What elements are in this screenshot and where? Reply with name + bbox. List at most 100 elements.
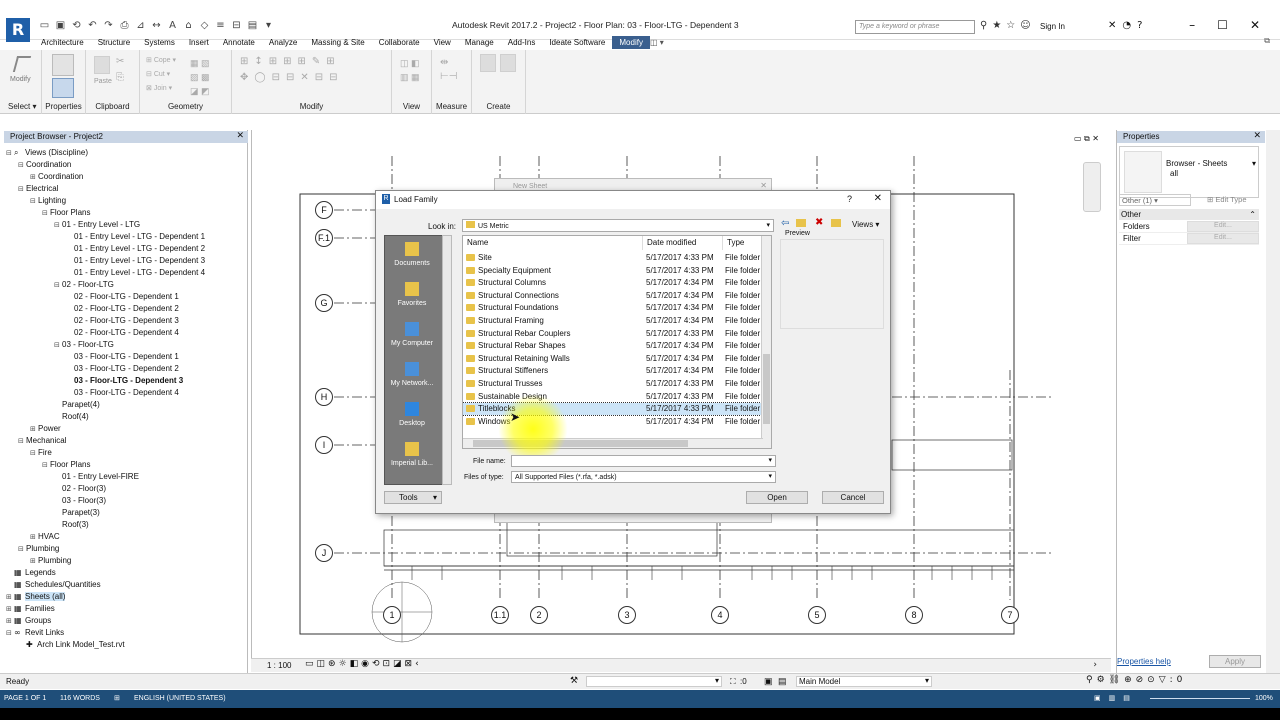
page-count[interactable]: PAGE 1 OF 1 bbox=[4, 695, 46, 702]
tab-insert[interactable]: Insert bbox=[182, 36, 216, 49]
tree-item[interactable]: 03 - Floor-LTG - Dependent 4 bbox=[4, 387, 246, 399]
property-edit-button[interactable]: Edit... bbox=[1187, 233, 1259, 244]
expand-icon[interactable]: ⊞ bbox=[6, 603, 14, 615]
tree-item[interactable]: ⊟ Electrical bbox=[4, 183, 246, 195]
grid-bubble[interactable]: I bbox=[315, 436, 333, 454]
copy-icon[interactable]: ⎘ bbox=[116, 72, 124, 83]
zoom-slider[interactable] bbox=[1150, 698, 1250, 699]
join-button[interactable]: ⊠ Join ▾ bbox=[146, 84, 172, 92]
tree-item[interactable]: ⊞ HVAC bbox=[4, 531, 246, 543]
collapse-icon[interactable]: ⊟ bbox=[42, 459, 50, 471]
tree-item[interactable]: ⊟ Floor Plans bbox=[4, 207, 246, 219]
measure-tools-icons[interactable]: ⇹ ⊢⊣ bbox=[440, 56, 457, 84]
collapse-icon[interactable]: ⊟ bbox=[18, 435, 26, 447]
help-button[interactable]: ? bbox=[847, 194, 852, 204]
grid-bubble[interactable]: H bbox=[315, 388, 333, 406]
ribbon-restore-icon[interactable]: ⧉ bbox=[1264, 36, 1270, 46]
open-button[interactable]: Open bbox=[746, 491, 808, 504]
tab-structure[interactable]: Structure bbox=[91, 36, 137, 49]
scroll-thumb[interactable] bbox=[763, 354, 770, 424]
type-properties-icon[interactable] bbox=[52, 54, 74, 76]
place-imperial-lib-[interactable]: Imperial Lib... bbox=[385, 442, 439, 467]
file-row[interactable]: Titleblocks 5/17/2017 4:33 PM File folder bbox=[463, 402, 764, 417]
expand-icon[interactable]: ⊞ bbox=[30, 555, 38, 567]
modify-button[interactable]: Modify bbox=[10, 76, 31, 83]
file-row[interactable]: Structural Columns 5/17/2017 4:34 PM File … bbox=[463, 277, 763, 289]
tree-item[interactable]: ⊞ Power bbox=[4, 423, 246, 435]
collapse-icon[interactable]: ⊟ bbox=[54, 339, 62, 351]
place-documents[interactable]: Documents bbox=[385, 242, 439, 267]
design-options-icon[interactable]: ▣ bbox=[764, 676, 773, 687]
grid-bubble[interactable]: 8 bbox=[905, 606, 923, 624]
tree-item[interactable]: 01 - Entry Level-FIRE bbox=[4, 471, 246, 483]
file-row[interactable]: Structural Rebar Couplers 5/17/2017 4:33 … bbox=[463, 328, 763, 340]
grid-bubble[interactable]: 2 bbox=[530, 606, 548, 624]
tree-item[interactable]: 02 - Floor-LTG - Dependent 3 bbox=[4, 315, 246, 327]
view-scale[interactable]: 1 : 100 bbox=[267, 661, 291, 670]
text-icon[interactable]: A bbox=[166, 19, 179, 33]
cope-button[interactable]: ⊞ Cope ▾ bbox=[146, 56, 176, 64]
selection-filter-icons[interactable]: ⚲⚙⛓⊕⊘⊙▽:0 bbox=[1086, 675, 1186, 685]
tab-add-ins[interactable]: Add-Ins bbox=[501, 36, 543, 49]
maximize-icon[interactable]: ☐ bbox=[1217, 18, 1228, 32]
close-hidden-icon[interactable]: ⊟ bbox=[230, 19, 243, 33]
expand-icon[interactable]: ⊞ bbox=[30, 423, 38, 435]
cut-button[interactable]: ⊟ Cut ▾ bbox=[146, 70, 170, 78]
search-input[interactable]: Type a keyword or phrase bbox=[855, 20, 975, 34]
grid-bubble[interactable]: F.1 bbox=[315, 229, 333, 247]
tree-item[interactable]: 01 - Entry Level - LTG - Dependent 3 bbox=[4, 255, 246, 267]
grid-bubble[interactable]: G bbox=[315, 294, 333, 312]
tab-analyze[interactable]: Analyze bbox=[262, 36, 304, 49]
help-icon[interactable]: ? bbox=[1137, 20, 1142, 31]
tree-item[interactable]: ⊟ Coordination bbox=[4, 159, 246, 171]
place-favorites[interactable]: Favorites bbox=[385, 282, 439, 307]
collapse-icon[interactable]: ⊟ bbox=[18, 183, 26, 195]
undo-icon[interactable]: ↶ bbox=[86, 19, 99, 33]
file-row[interactable]: Structural Connections 5/17/2017 4:34 PM F… bbox=[463, 290, 763, 302]
grid-bubble[interactable]: J bbox=[315, 544, 333, 562]
close-icon[interactable]: ✕ bbox=[236, 131, 244, 141]
file-row[interactable]: Site 5/17/2017 4:33 PM File folder bbox=[463, 252, 763, 264]
tree-item[interactable]: 01 - Entry Level - LTG - Dependent 4 bbox=[4, 267, 246, 279]
tree-item[interactable]: ⊟ Plumbing bbox=[4, 543, 246, 555]
file-row[interactable]: Structural Retaining Walls 5/17/2017 4:34… bbox=[463, 353, 763, 365]
file-row[interactable]: Specialty Equipment 5/17/2017 4:33 PM File… bbox=[463, 265, 763, 277]
edit-type-button[interactable]: ⊞ Edit Type bbox=[1207, 195, 1247, 204]
paste-icon[interactable] bbox=[94, 56, 110, 74]
view-tools-icons[interactable]: ◫ ◧ ▥ ▦ bbox=[400, 56, 420, 84]
collapse-icon[interactable]: ⊟ bbox=[6, 147, 14, 159]
redo-icon[interactable]: ↷ bbox=[102, 19, 115, 33]
tree-item[interactable]: ⊞ Plumbing bbox=[4, 555, 246, 567]
subscription-icon[interactable]: ★ bbox=[992, 20, 1001, 31]
instance-filter-dropdown[interactable]: Other (1) ▾ bbox=[1119, 194, 1191, 206]
modify-tools-icons[interactable]: ⊞↕⊞⊞⊞✎⊞ ✥◯⊟⊟✕⊟⊟ bbox=[240, 54, 343, 86]
workset-dropdown[interactable]: ▾ bbox=[586, 676, 722, 687]
file-row[interactable]: Sustainable Design 5/17/2017 4:33 PM File … bbox=[463, 391, 763, 403]
sign-in-button[interactable]: Sign In bbox=[1040, 22, 1065, 31]
category-other[interactable]: Other ⌃ bbox=[1119, 209, 1259, 220]
tree-item[interactable]: 01 - Entry Level - LTG - Dependent 2 bbox=[4, 243, 246, 255]
customize-qat-icon[interactable]: ▾ bbox=[262, 19, 275, 33]
measure-icon[interactable]: ⊿ bbox=[134, 19, 147, 33]
tree-item[interactable]: 03 - Floor-LTG - Dependent 2 bbox=[4, 363, 246, 375]
thin-lines-icon[interactable]: ≡ bbox=[214, 19, 227, 33]
views-dropdown[interactable]: Views ▾ bbox=[852, 220, 879, 229]
tree-item[interactable]: 03 - Floor(3) bbox=[4, 495, 246, 507]
apply-button[interactable]: Apply bbox=[1209, 655, 1261, 668]
grid-bubble[interactable]: F bbox=[315, 201, 333, 219]
collapse-icon[interactable]: ⊟ bbox=[18, 159, 26, 171]
tab-manage[interactable]: Manage bbox=[458, 36, 501, 49]
close-icon[interactable]: ✕ bbox=[1253, 131, 1261, 141]
tree-item[interactable]: ▦ Legends bbox=[4, 567, 246, 579]
tree-item[interactable]: ⊞ Coordination bbox=[4, 171, 246, 183]
expand-icon[interactable]: ⊞ bbox=[30, 171, 38, 183]
place-desktop[interactable]: Desktop bbox=[385, 402, 439, 427]
file-row[interactable]: Structural Trusses 5/17/2017 4:33 PM File … bbox=[463, 378, 763, 390]
view-window-controls[interactable]: ▭ ⧉ ✕ bbox=[1074, 134, 1099, 144]
minimize-ribbon-icon[interactable]: ◫ ▾ bbox=[650, 38, 664, 47]
tree-item[interactable]: ⊞ ▦ Groups bbox=[4, 615, 246, 627]
tree-item[interactable]: ⊞ ▦ Sheets (all) bbox=[4, 591, 246, 603]
close-icon[interactable]: ✕ bbox=[874, 193, 882, 204]
grid-bubble[interactable]: 5 bbox=[808, 606, 826, 624]
tree-item[interactable]: ⊟ ⌕ Views (Discipline) bbox=[4, 147, 246, 159]
